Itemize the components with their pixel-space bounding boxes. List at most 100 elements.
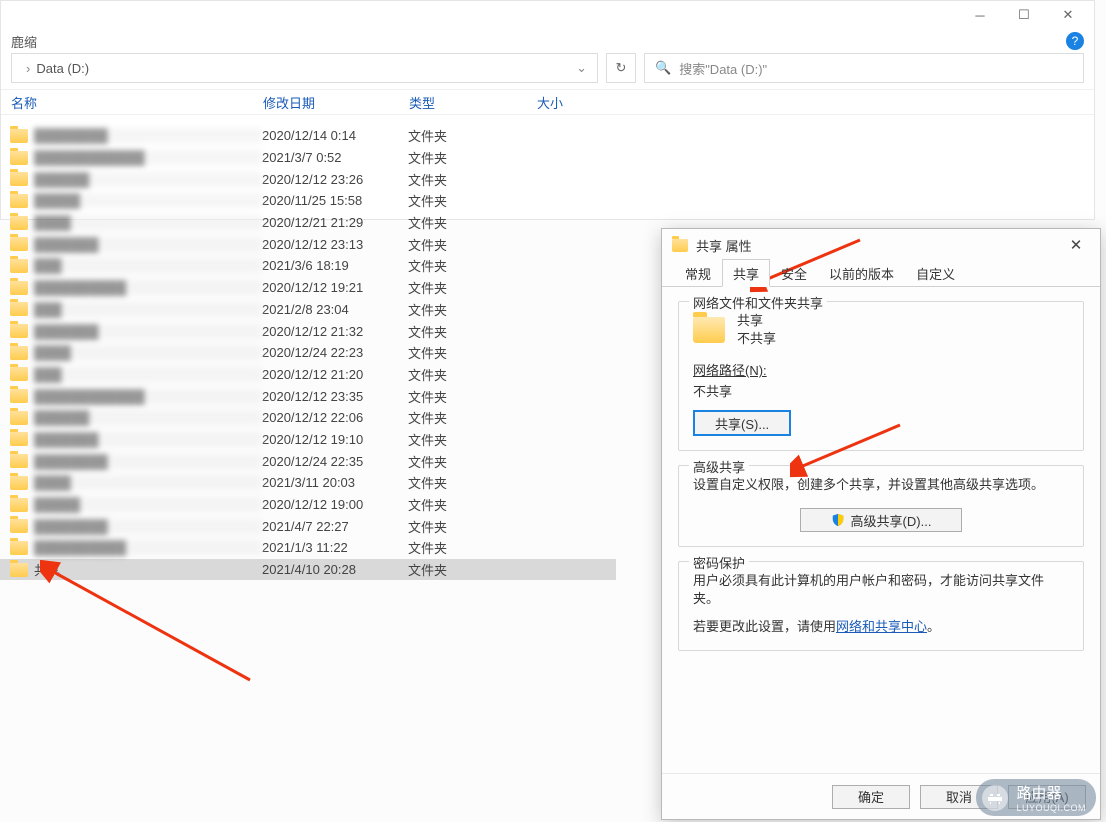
file-type: 文件夹: [408, 256, 536, 275]
file-row[interactable]: ███████2020/12/12 19:10文件夹: [0, 429, 616, 451]
file-name: █████: [34, 193, 262, 208]
file-type: 文件夹: [408, 538, 536, 557]
file-type: 文件夹: [408, 191, 536, 210]
file-row[interactable]: ██████2020/12/12 23:26文件夹: [0, 168, 616, 190]
folder-icon: [672, 239, 688, 252]
file-row[interactable]: ███████2020/12/12 23:13文件夹: [0, 233, 616, 255]
file-name: ███: [34, 367, 262, 382]
file-date: 2020/12/24 22:35: [262, 454, 408, 469]
file-row[interactable]: ██████2020/12/12 22:06文件夹: [0, 407, 616, 429]
advanced-share-button[interactable]: 高级共享(D)...: [800, 508, 963, 532]
minimize-button[interactable]: ─: [958, 2, 1002, 28]
refresh-button[interactable]: ↻: [606, 53, 636, 83]
file-row[interactable]: ██████████2021/1/3 11:22文件夹: [0, 537, 616, 559]
address-bar[interactable]: › Data (D:) ⌄: [11, 53, 598, 83]
dialog-close-button[interactable]: ✕: [1056, 231, 1096, 259]
file-name: ███: [34, 258, 262, 273]
file-date: 2020/12/12 23:13: [262, 237, 408, 252]
file-row[interactable]: ████████2021/4/7 22:27文件夹: [0, 515, 616, 537]
watermark-text: 路由器: [1016, 782, 1086, 803]
file-name: ████: [34, 475, 262, 490]
file-list: ████████2020/12/14 0:14文件夹████████████20…: [0, 125, 616, 580]
file-date: 2020/12/12 22:06: [262, 410, 408, 425]
folder-icon: [10, 454, 28, 468]
tab-sharing[interactable]: 共享: [722, 259, 770, 287]
folder-icon: [10, 172, 28, 186]
file-row[interactable]: ████2020/12/24 22:23文件夹: [0, 342, 616, 364]
file-row[interactable]: ██████████2020/12/12 19:21文件夹: [0, 277, 616, 299]
file-type: 文件夹: [408, 322, 536, 341]
file-type: 文件夹: [408, 300, 536, 319]
file-name: █████: [34, 497, 262, 512]
dialog-body: 网络文件和文件夹共享 共享 不共享 网络路径(N): 不共享 共享(S)... …: [662, 287, 1100, 773]
file-type: 文件夹: [408, 560, 536, 579]
file-name: ██████: [34, 172, 262, 187]
file-name: ████████████: [34, 389, 262, 404]
dialog-titlebar: 共享 属性 ✕: [662, 229, 1100, 261]
file-type: 文件夹: [408, 473, 536, 492]
file-date: 2020/12/24 22:23: [262, 345, 408, 360]
group-title: 高级共享: [689, 457, 749, 476]
group-title: 密码保护: [689, 553, 749, 572]
group-title: 网络文件和文件夹共享: [689, 293, 827, 312]
close-button[interactable]: ✕: [1046, 2, 1090, 28]
folder-icon: [10, 346, 28, 360]
file-date: 2021/2/8 23:04: [262, 302, 408, 317]
share-status: 不共享: [737, 330, 776, 348]
file-row[interactable]: ████████2020/12/24 22:35文件夹: [0, 450, 616, 472]
column-date[interactable]: 修改日期: [263, 93, 409, 112]
file-row[interactable]: ████████2020/12/14 0:14文件夹: [0, 125, 616, 147]
folder-icon: [10, 324, 28, 338]
tab-custom[interactable]: 自定义: [905, 259, 966, 287]
file-name: ████████: [34, 519, 262, 534]
file-row[interactable]: █████2020/11/25 15:58文件夹: [0, 190, 616, 212]
dialog-title: 共享 属性: [696, 236, 752, 255]
file-name: ██████████: [34, 280, 262, 295]
file-row[interactable]: 共享2021/4/10 20:28文件夹: [0, 559, 616, 581]
file-row[interactable]: ████████████2021/3/7 0:52文件夹: [0, 147, 616, 169]
file-date: 2020/12/21 21:29: [262, 215, 408, 230]
file-name: ███████: [34, 324, 262, 339]
share-button[interactable]: 共享(S)...: [693, 410, 791, 436]
help-icon[interactable]: ?: [1066, 32, 1084, 50]
file-name: ██████: [34, 410, 262, 425]
file-row[interactable]: ███████2020/12/12 21:32文件夹: [0, 320, 616, 342]
nav-row: › Data (D:) ⌄ ↻ 🔍 搜索"Data (D:)": [1, 53, 1094, 89]
folder-icon: [10, 541, 28, 555]
network-sharing-center-link[interactable]: 网络和共享中心: [836, 619, 927, 634]
tab-security[interactable]: 安全: [770, 259, 818, 287]
file-row[interactable]: ███2020/12/12 21:20文件夹: [0, 364, 616, 386]
file-row[interactable]: ████████████2020/12/12 23:35文件夹: [0, 385, 616, 407]
folder-icon: [10, 432, 28, 446]
file-row[interactable]: ███2021/2/8 23:04文件夹: [0, 299, 616, 321]
chevron-down-icon[interactable]: ⌄: [566, 60, 597, 76]
column-type[interactable]: 类型: [409, 93, 537, 112]
file-date: 2021/4/7 22:27: [262, 519, 408, 534]
group-password-protect: 密码保护 用户必须具有此计算机的用户帐户和密码，才能访问共享文件夹。 若要更改此…: [678, 561, 1084, 651]
file-date: 2020/12/14 0:14: [262, 128, 408, 143]
ok-button[interactable]: 确定: [832, 785, 910, 809]
file-row[interactable]: █████2020/12/12 19:00文件夹: [0, 494, 616, 516]
file-row[interactable]: ████2020/12/21 21:29文件夹: [0, 212, 616, 234]
folder-icon: [10, 151, 28, 165]
file-row[interactable]: ████2021/3/11 20:03文件夹: [0, 472, 616, 494]
network-path-value: 不共享: [693, 381, 1069, 400]
file-date: 2021/3/7 0:52: [262, 150, 408, 165]
file-date: 2020/12/12 23:35: [262, 389, 408, 404]
tab-previous-versions[interactable]: 以前的版本: [818, 259, 905, 287]
folder-icon: [693, 317, 725, 343]
column-name[interactable]: 名称: [1, 93, 263, 112]
file-type: 文件夹: [408, 235, 536, 254]
file-type: 文件夹: [408, 213, 536, 232]
file-date: 2021/1/3 11:22: [262, 540, 408, 555]
maximize-button[interactable]: ☐: [1002, 2, 1046, 28]
share-name: 共享: [737, 312, 776, 330]
search-box[interactable]: 🔍 搜索"Data (D:)": [644, 53, 1084, 83]
file-date: 2020/12/12 19:21: [262, 280, 408, 295]
file-type: 文件夹: [408, 387, 536, 406]
file-name: ████████: [34, 454, 262, 469]
column-size[interactable]: 大小: [537, 93, 627, 112]
file-row[interactable]: ███2021/3/6 18:19文件夹: [0, 255, 616, 277]
tab-general[interactable]: 常规: [674, 259, 722, 287]
refresh-icon: ↻: [616, 60, 627, 76]
